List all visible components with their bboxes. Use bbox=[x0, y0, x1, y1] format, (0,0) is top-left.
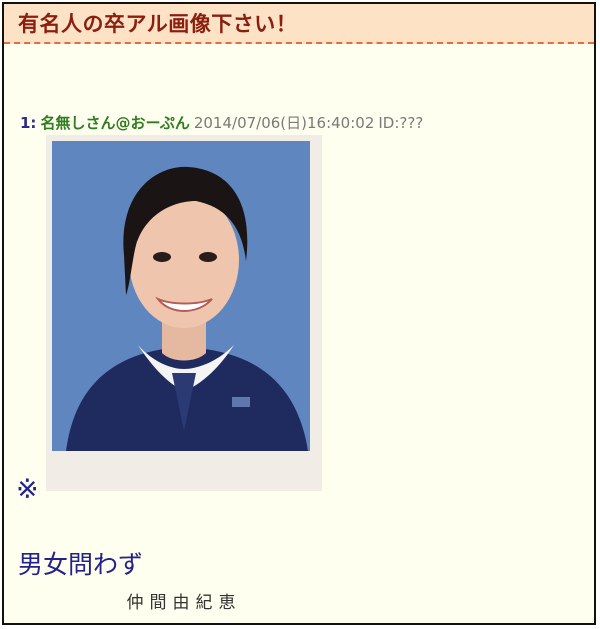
reference-mark: ※ bbox=[16, 474, 39, 505]
post-body-text: 男女問わず bbox=[18, 550, 144, 579]
post-number[interactable]: 1: bbox=[20, 114, 36, 132]
post-date: 2014/07/06(日)16:40:02 bbox=[193, 114, 375, 132]
poster-id: ID:??? bbox=[378, 114, 424, 132]
post-meta: 1: 名無しさん@おーぷん 2014/07/06(日)16:40:02 ID:?… bbox=[4, 112, 594, 133]
thread-header: 有名人の卒アル画像下さい！ bbox=[4, 4, 594, 44]
yearbook-photo[interactable]: 仲間由紀恵 bbox=[46, 135, 322, 613]
photo-caption: 仲間由紀恵 bbox=[126, 593, 242, 613]
thread-title: 有名人の卒アル画像下さい！ bbox=[18, 12, 298, 36]
post: 1: 名無しさん@おーぷん 2014/07/06(日)16:40:02 ID:?… bbox=[4, 112, 594, 133]
poster-name: 名無しさん@おーぷん bbox=[40, 114, 190, 132]
yearbook-portrait-icon bbox=[52, 141, 310, 451]
